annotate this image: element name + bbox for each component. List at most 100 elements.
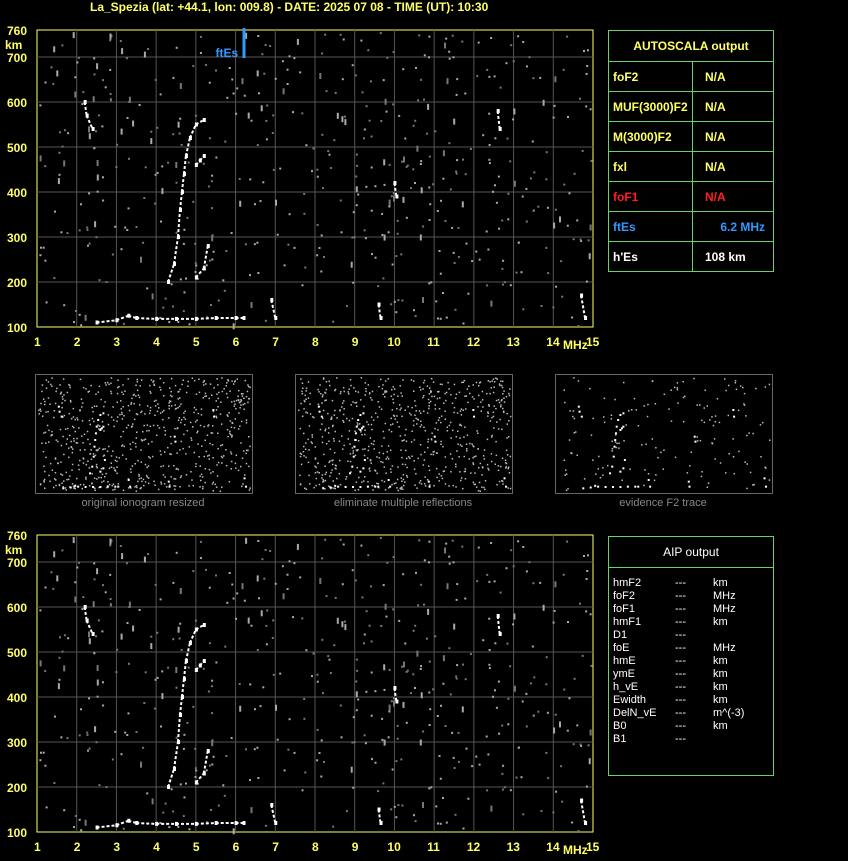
thumb-noise (487, 380, 490, 382)
thumb-trace (619, 414, 622, 416)
aip-row: hmF1 --- km (613, 616, 773, 629)
thumb-noise (706, 405, 708, 407)
noise-dot (545, 751, 548, 754)
thumb-noise (459, 437, 461, 439)
noise-dot (402, 573, 405, 576)
thumb-noise (328, 461, 330, 464)
thumb-noise (322, 378, 325, 380)
thumb-noise (699, 439, 702, 442)
thumb-noise (167, 446, 169, 449)
thumb-noise (200, 473, 203, 476)
thumb-trace (357, 419, 360, 421)
noise-dot (507, 723, 510, 726)
thumb-noise (76, 477, 78, 480)
thumb-noise (42, 398, 45, 400)
noise-dot (490, 300, 493, 307)
thumb-noise (505, 449, 508, 452)
noise-dot (86, 733, 89, 736)
thumb-noise (494, 463, 496, 465)
thumb-noise (352, 452, 354, 454)
thumb-noise (342, 419, 344, 422)
noise-dot (440, 199, 442, 202)
noise-dot (45, 301, 48, 304)
thumb-noise (101, 481, 103, 483)
thumb-trace (337, 485, 340, 488)
thumb-trace (580, 415, 583, 418)
thumb-noise (356, 424, 359, 426)
thumb-noise (210, 432, 212, 434)
noise-dot (127, 712, 130, 715)
thumb-noise (607, 464, 609, 467)
noise-dot (236, 592, 239, 595)
noise-dot (327, 655, 330, 658)
noise-dot (194, 242, 197, 245)
noise-dot (102, 681, 104, 684)
noise-dot (571, 821, 574, 824)
thumb-noise (153, 380, 155, 382)
thumb-noise (302, 450, 305, 453)
noise-dot (320, 234, 323, 237)
thumb-noise (228, 412, 230, 414)
aip-row: DelN_vE --- m^(-3) (613, 707, 773, 720)
thumb-noise (230, 451, 232, 453)
thumb-noise (217, 461, 220, 464)
thumb-noise (61, 482, 63, 484)
aip-row: B1 --- (613, 733, 773, 746)
aip-row: foF2 --- MHz (613, 590, 773, 603)
thumb-noise (367, 449, 370, 452)
noise-dot (293, 246, 296, 249)
thumb-noise (305, 387, 308, 389)
thumb-trace (92, 455, 95, 458)
thumb-noise (625, 424, 627, 426)
noise-dot (507, 218, 510, 221)
noise-dot (226, 96, 229, 99)
noise-dot (390, 700, 393, 703)
noise-dot (419, 163, 422, 165)
thumb-noise (602, 467, 604, 469)
thumb-trace (334, 484, 337, 487)
thumb-noise (361, 481, 363, 483)
noise-dot (581, 149, 584, 152)
thumb-noise (96, 478, 98, 480)
thumb-noise (194, 421, 197, 423)
thumb-noise (218, 391, 220, 394)
thumb-noise (431, 432, 433, 434)
noise-dot (505, 567, 508, 570)
thumb-noise (119, 413, 121, 416)
noise-dot (487, 753, 490, 756)
thumb-noise (471, 443, 473, 445)
noise-dot (363, 137, 365, 140)
thumb-noise (217, 448, 219, 450)
thumb-noise (501, 457, 504, 459)
thumb-noise (569, 410, 571, 412)
thumb-noise (383, 466, 386, 468)
thumb-noise (468, 385, 470, 387)
thumb-noise (186, 430, 189, 432)
noise-dot (305, 649, 308, 652)
noise-dot (344, 624, 347, 631)
thumb-noise (452, 429, 454, 432)
noise-dot (170, 283, 173, 286)
thumb-noise (298, 409, 300, 412)
thumb-noise (500, 404, 502, 406)
thumb-noise (646, 415, 649, 418)
noise-dot (521, 700, 524, 703)
noise-dot (414, 687, 416, 689)
noise-dot (276, 233, 279, 236)
noise-dot (339, 704, 342, 707)
thumb-noise (110, 382, 112, 385)
thumb-noise (41, 442, 43, 444)
thumb-noise (217, 432, 219, 434)
thumb-noise (413, 460, 415, 462)
thumb-trace (637, 485, 640, 488)
thumb-noise (71, 483, 74, 485)
noise-dot (115, 671, 118, 674)
thumb-noise (144, 413, 146, 415)
thumb-noise (377, 401, 379, 403)
thumb-noise (384, 390, 386, 392)
thumb-noise (325, 381, 328, 383)
thumb-noise (90, 384, 92, 387)
noise-dot (420, 583, 423, 586)
noise-dot (453, 623, 456, 630)
thumb-noise (364, 448, 366, 450)
